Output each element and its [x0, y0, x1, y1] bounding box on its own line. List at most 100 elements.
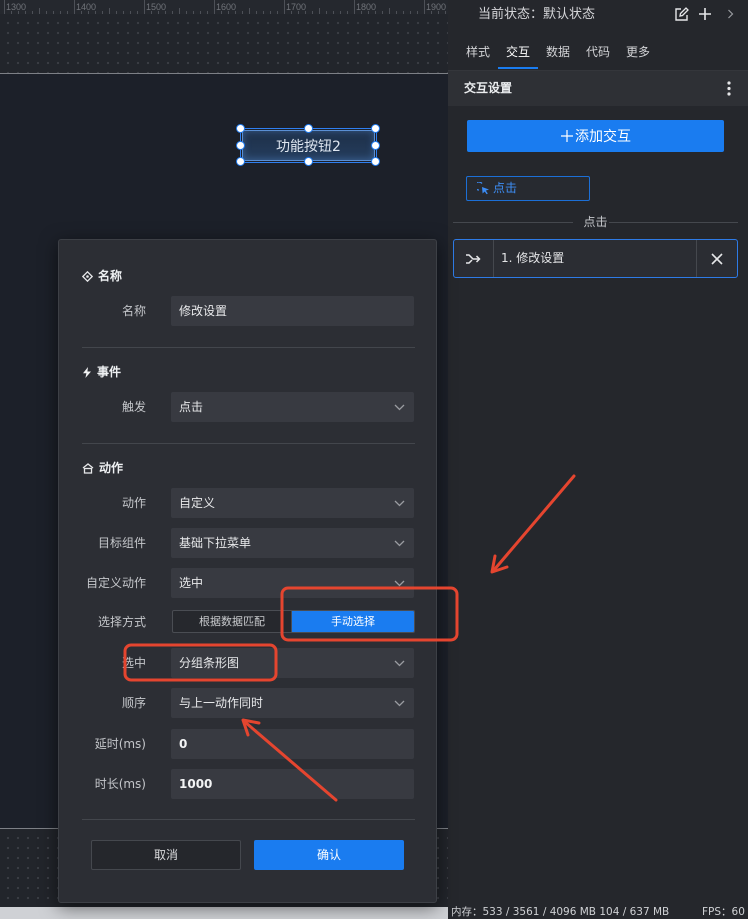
resize-handle-left[interactable]: [236, 140, 245, 150]
tab-more[interactable]: 更多: [618, 38, 658, 70]
trigger-chip-label: 点击: [493, 181, 518, 195]
confirm-button[interactable]: 确认: [254, 840, 404, 870]
divider-line: [609, 222, 738, 223]
chevron-down-icon: [394, 540, 405, 547]
tab-data[interactable]: 数据: [538, 38, 578, 70]
action-select[interactable]: 自定义: [171, 488, 414, 518]
select-mode-manual[interactable]: 手动选择: [292, 611, 414, 632]
app-window: 1300 1400 1500 1600 1700 1800 1900 功能按钮2: [0, 0, 748, 919]
section-divider: [82, 443, 415, 444]
resize-handle-right[interactable]: [371, 140, 380, 150]
plus-icon: [561, 130, 573, 142]
name-input[interactable]: [171, 296, 414, 326]
select-mode-by-data-match[interactable]: 根据数据匹配: [173, 611, 292, 632]
panel-tabs: 样式 交互 数据 代码 更多: [458, 38, 658, 70]
custom-action-label: 自定义动作: [85, 576, 146, 590]
chevron-down-icon: [394, 404, 405, 411]
action-section-title: 动作: [99, 461, 124, 475]
target-component-select[interactable]: 基础下拉菜单: [171, 528, 414, 558]
order-label: 顺序: [121, 696, 146, 710]
tab-style[interactable]: 样式: [458, 38, 498, 70]
target-component-label: 目标组件: [97, 536, 146, 550]
duration-input[interactable]: [171, 769, 414, 799]
custom-action-select[interactable]: 选中: [171, 568, 414, 598]
ruler-label: 1500: [146, 2, 167, 12]
ruler-label: 1800: [356, 2, 377, 12]
duration-row: 时长(ms): [59, 769, 436, 799]
selected-value-select[interactable]: 分组条形图: [171, 648, 414, 678]
resize-handle-bottom-right[interactable]: [371, 157, 380, 166]
selected-label: 选中: [121, 656, 146, 670]
close-icon: [711, 252, 723, 265]
delete-interaction-button[interactable]: [696, 240, 737, 277]
status-bar: 内存：533 / 3561 / 4096 MB 104 / 637 MB FPS…: [451, 906, 745, 919]
action-label: 动作: [121, 496, 146, 510]
select-mode-label: 选择方式: [97, 615, 146, 629]
select-mode-toggle: 根据数据匹配 手动选择: [172, 610, 415, 633]
action-section-header: 动作: [82, 460, 123, 476]
name-row: 名称: [59, 296, 436, 326]
current-state: 当前状态：默认状态: [478, 7, 595, 23]
plus-icon[interactable]: [698, 7, 712, 21]
property-panel: 当前状态：默认状态 样式 交互 数据 代码 更多 交互设置 添加交互 点击 点击…: [448, 0, 748, 919]
order-row: 顺序 与上一动作同时: [59, 688, 436, 718]
resize-handle-top-right[interactable]: [371, 124, 380, 133]
edit-icon[interactable]: [674, 7, 689, 22]
resize-handle-bottom[interactable]: [303, 157, 313, 166]
chevron-down-icon: [394, 660, 405, 667]
resize-handle-bottom-left[interactable]: [236, 157, 245, 166]
widget-button-label: 功能按钮2: [276, 138, 341, 155]
ruler-label: 1300: [6, 2, 27, 12]
add-interaction-label: 添加交互: [575, 129, 631, 145]
diamond-icon: [82, 270, 93, 282]
memory-usage-secondary: 104 / 637 MB: [599, 906, 670, 918]
name-section-title: 名称: [98, 269, 123, 283]
custom-action-value: 选中: [179, 576, 204, 590]
workspace-margin-top: [0, 14, 448, 74]
ruler-label: 1700: [286, 2, 307, 12]
target-component-value: 基础下拉菜单: [179, 536, 252, 550]
chevron-right-icon[interactable]: [727, 9, 734, 19]
trigger-click-chip[interactable]: 点击: [466, 176, 590, 201]
lightning-icon: [83, 366, 91, 378]
selected-row: 选中 分组条形图: [59, 648, 436, 678]
fps-readout: FPS：60: [702, 906, 745, 918]
house-icon: [82, 462, 94, 474]
section-title: 交互设置: [464, 81, 513, 95]
interaction-item[interactable]: 1. 修改设置: [453, 239, 738, 278]
event-section-header: 事件: [82, 364, 121, 380]
merge-arrow-icon: [466, 253, 481, 264]
kebab-menu-icon[interactable]: [727, 81, 731, 96]
tab-interaction[interactable]: 交互: [498, 38, 538, 70]
trigger-select-value: 点击: [179, 400, 204, 414]
action-select-value: 自定义: [179, 496, 216, 510]
section-divider: [82, 347, 415, 348]
duration-label: 时长(ms): [94, 777, 146, 791]
interaction-action-dialog: 名称 名称 事件 触发 点击 动作: [58, 239, 437, 903]
name-section-header: 名称: [82, 268, 122, 284]
chevron-down-icon: [394, 700, 405, 707]
target-component-row: 目标组件 基础下拉菜单: [59, 528, 436, 558]
selected-widget-button[interactable]: 功能按钮2: [236, 124, 380, 166]
interaction-item-label: 1. 修改设置: [501, 251, 565, 265]
order-value: 与上一动作同时: [179, 696, 264, 710]
current-state-label: 当前状态：: [478, 7, 544, 22]
ruler-label: 1600: [216, 2, 237, 12]
horizontal-scrollbar[interactable]: [0, 907, 448, 919]
name-label: 名称: [121, 304, 146, 318]
tab-code[interactable]: 代码: [578, 38, 618, 70]
chevron-down-icon: [394, 580, 405, 587]
cursor-click-icon: [477, 182, 489, 195]
resize-handle-top-left[interactable]: [236, 124, 245, 133]
resize-handle-top[interactable]: [303, 124, 313, 133]
interaction-item-icon-cell: [454, 240, 494, 277]
trigger-select[interactable]: 点击: [171, 392, 414, 422]
add-interaction-button[interactable]: 添加交互: [467, 120, 724, 152]
footer-divider: [82, 819, 415, 820]
cancel-button[interactable]: 取消: [91, 840, 241, 870]
ruler-label: 1900: [426, 2, 447, 12]
order-select[interactable]: 与上一动作同时: [171, 688, 414, 718]
selected-value: 分组条形图: [179, 656, 240, 670]
delay-input[interactable]: [171, 729, 414, 759]
custom-action-row: 自定义动作 选中: [59, 568, 436, 598]
